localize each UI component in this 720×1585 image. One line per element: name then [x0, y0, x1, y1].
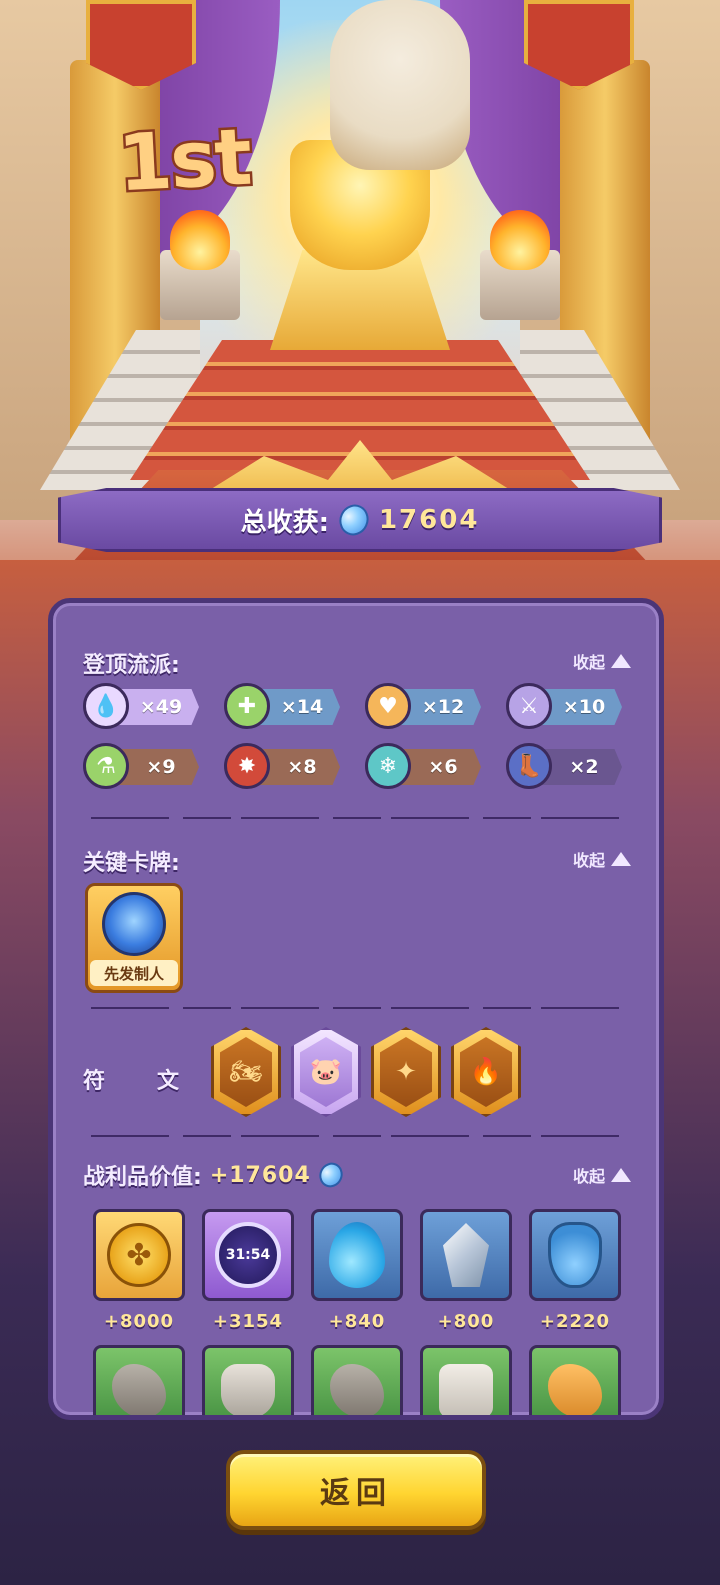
- loot-item-water-drop[interactable]: [311, 1209, 403, 1301]
- loot-item-value: +3154: [212, 1311, 284, 1332]
- bread-icon: [548, 1364, 602, 1415]
- genre-chip[interactable]: ×8 ✸: [224, 743, 342, 789]
- loot-item-value: +840: [328, 1311, 386, 1332]
- blue-gem-icon: [315, 1159, 347, 1191]
- collapse-label: 收起: [572, 851, 605, 870]
- rune-phoenix[interactable]: ✦: [371, 1027, 441, 1117]
- collapse-label: 收起: [572, 653, 605, 672]
- genres-collapse-button[interactable]: 收起: [573, 649, 631, 673]
- loot-item-jar[interactable]: [420, 1345, 512, 1415]
- key-card-label: 先发制人: [90, 960, 178, 986]
- sword-icon: ⚔: [506, 683, 552, 729]
- stone-icon: [330, 1364, 384, 1415]
- loot-header: 战利品价值: +17604: [83, 1159, 347, 1191]
- crystal-icon: [443, 1223, 489, 1287]
- loot-item-value: +800: [437, 1311, 495, 1332]
- bottle-icon: [221, 1364, 275, 1415]
- key-card[interactable]: 先发制人: [85, 883, 183, 993]
- boot-icon: 👢: [506, 743, 552, 789]
- chevron-up-icon: [611, 852, 631, 866]
- piggy-bank-icon: 🐷: [300, 1037, 352, 1107]
- divider: [91, 1135, 631, 1137]
- genre-chip[interactable]: ×12 ♥: [365, 683, 483, 729]
- loot-item-bread[interactable]: [529, 1345, 621, 1415]
- total-harvest-banner: 总收获: 17604: [58, 488, 662, 552]
- total-harvest-label: 总收获:: [240, 507, 329, 538]
- blue-gem-icon: [334, 500, 374, 540]
- loot-item-potion-bottle[interactable]: [529, 1209, 621, 1301]
- potion-bottle-icon: [548, 1222, 602, 1288]
- stopwatch-icon: 31:54: [215, 1222, 281, 1288]
- loot-item-crystal[interactable]: [420, 1209, 512, 1301]
- genre-chip[interactable]: ×6 ❄: [365, 743, 483, 789]
- stone-icon: [112, 1364, 166, 1415]
- loot-item-bottle[interactable]: [202, 1345, 294, 1415]
- rune-flame-feather[interactable]: 🔥: [451, 1027, 521, 1117]
- motorcycle-icon: 🏍: [220, 1037, 272, 1107]
- loot-item-stone[interactable]: [311, 1345, 403, 1415]
- genre-chip[interactable]: ×49 💧: [83, 683, 201, 729]
- key-cards-collapse-button[interactable]: 收起: [573, 847, 631, 871]
- rune-piggy-bank[interactable]: 🐷: [291, 1027, 361, 1117]
- loot-title: 战利品价值:: [83, 1165, 202, 1190]
- genres-title: 登顶流派:: [83, 653, 180, 678]
- rank-badge: 1st: [113, 110, 255, 212]
- key-cards-title: 关键卡牌:: [83, 851, 180, 876]
- loot-total-value: +17604: [209, 1162, 311, 1188]
- water-drop-icon: 💧: [83, 683, 129, 729]
- blue-spirit-icon: [102, 892, 166, 956]
- divider: [91, 817, 631, 819]
- loot-item-value: +2220: [539, 1311, 611, 1332]
- return-button[interactable]: 返回: [226, 1450, 486, 1530]
- results-panel: 登顶流派: 收起 ×49 💧 ×14 ✚ ×12 ♥ ×10 ⚔ ×9 ⚗ ×8 ✸ ×6 ❄ ×2 👢 关键…: [48, 598, 664, 1420]
- loot-item-value: +8000: [103, 1311, 175, 1332]
- heart-icon: ♥: [365, 683, 411, 729]
- divider: [91, 1007, 631, 1009]
- jar-icon: [439, 1364, 493, 1415]
- flame-icon: [170, 210, 230, 270]
- collapse-label: 收起: [572, 1167, 605, 1186]
- genre-chip[interactable]: ×10 ⚔: [506, 683, 624, 729]
- chevron-up-icon: [611, 1168, 631, 1182]
- loot-item-stopwatch[interactable]: 31:54: [202, 1209, 294, 1301]
- mascot-character: [330, 0, 470, 170]
- genre-chip[interactable]: ×14 ✚: [224, 683, 342, 729]
- phoenix-icon: ✦: [380, 1037, 432, 1107]
- rune-motorcycle[interactable]: 🏍: [211, 1027, 281, 1117]
- green-cross-icon: ✚: [224, 683, 270, 729]
- genre-chip[interactable]: ×9 ⚗: [83, 743, 201, 789]
- flame-feather-icon: 🔥: [460, 1037, 512, 1107]
- snowflake-icon: ❄: [365, 743, 411, 789]
- chevron-up-icon: [611, 654, 631, 668]
- gold-coin-icon: ✤: [107, 1223, 171, 1287]
- loot-item-gold-coin[interactable]: ✤: [93, 1209, 185, 1301]
- loot-collapse-button[interactable]: 收起: [573, 1163, 631, 1187]
- water-drop-icon: [329, 1222, 385, 1288]
- total-harvest-value: 17604: [378, 505, 480, 535]
- genre-chip[interactable]: ×2 👢: [506, 743, 624, 789]
- green-potion-icon: ⚗: [83, 743, 129, 789]
- loot-item-stone[interactable]: [93, 1345, 185, 1415]
- red-claw-icon: ✸: [224, 743, 270, 789]
- flame-icon: [490, 210, 550, 270]
